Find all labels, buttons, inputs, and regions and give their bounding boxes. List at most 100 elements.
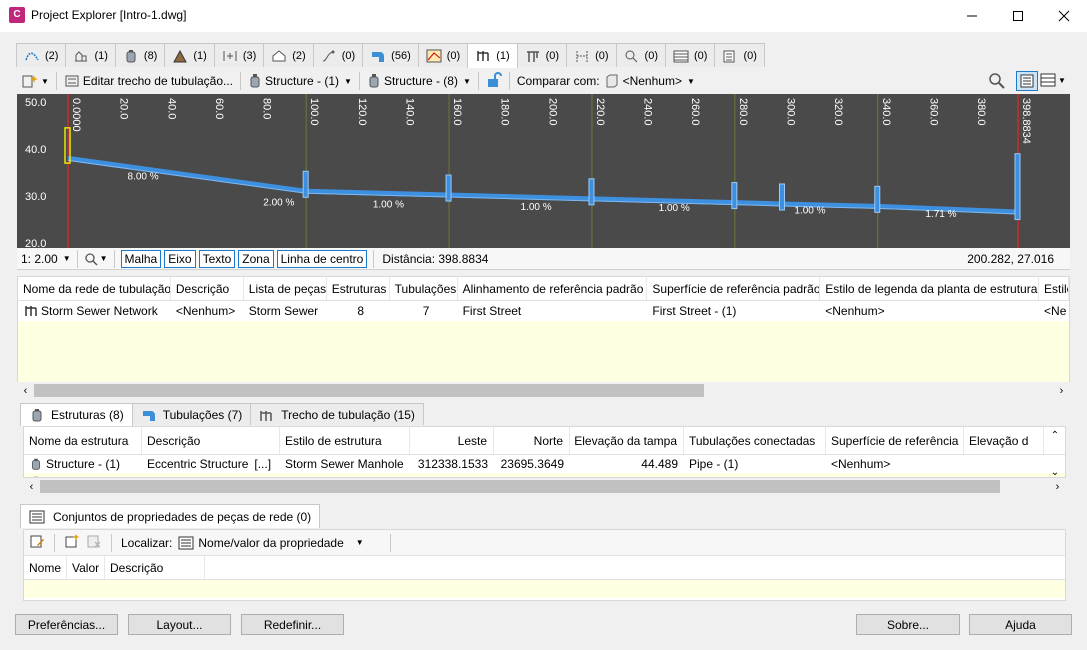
edit-property-button[interactable] [29,533,45,552]
scrollbar-thumb[interactable] [34,384,704,397]
tab-assembly[interactable]: (3) [213,43,265,67]
zoom-button[interactable] [988,72,1006,93]
object-type-tabs: (2) (1) (8) (1) (3) (2) (0) (56) (0) (1) (0) (0) (0)… [16,43,765,68]
column-header[interactable]: Elevação d [964,427,1044,454]
tab-pipe-network[interactable]: (1) [467,43,518,68]
tab-sample-line[interactable]: (0) [615,43,666,67]
column-header[interactable]: Descrição [171,277,244,300]
list-view-icon [178,536,194,549]
structure-dropdown-2[interactable]: Structure - (8) ▼ [367,73,471,89]
edit-properties-icon [30,535,44,548]
minimize-icon [967,15,977,17]
tab-property-sets[interactable]: Conjuntos de propriedades de peças de re… [20,504,321,528]
profile-view[interactable]: 0.0000 20.0 40.0 60.0 80.0 100.0 120.0 140.0 160… [17,94,1070,248]
tab-pressure-network[interactable]: (0) [516,43,568,67]
chevron-down-icon: ▼ [355,538,364,547]
tab-table[interactable]: (0) [665,43,716,67]
maximize-button[interactable] [995,0,1041,32]
table-cell: <Nenhum> [175,304,236,318]
close-button[interactable] [1041,0,1087,32]
separator [389,533,391,552]
station-label: 360.0 [927,98,939,126]
toggle-mesh[interactable]: Malha [120,249,162,268]
new-network-button[interactable]: ▼ [21,73,49,89]
horizontal-scrollbar[interactable]: ‹ › [17,382,1070,399]
pipe-run-edit-icon [65,75,79,87]
column-header[interactable]: Leste [410,427,494,454]
column-header[interactable]: Superfície de referência padrão [647,277,821,300]
grade-label: 1.00 % [373,199,404,210]
column-header[interactable]: Nome da rede de tubulação [18,277,171,300]
column-header[interactable]: Estilo de legenda da planta de estrutura [820,277,1040,300]
station-label: 220.0 [594,98,606,126]
grid-header: Nome da estrutura Descrição Estilo de estr… [24,427,1065,455]
toggle-axis[interactable]: Eixo [164,249,196,268]
preferences-button[interactable]: Preferências... [15,614,118,635]
tab-structure[interactable]: (8) [114,43,166,67]
manhole [588,178,595,206]
column-header[interactable]: Tubulações [390,277,458,300]
table-row[interactable]: Storm Sewer Network <Nenhum> Storm Sewer 8 7… [18,301,1069,321]
tab-structure[interactable]: Estruturas (8) [20,403,133,426]
about-button[interactable]: Sobre... [856,614,960,635]
tab-surface[interactable]: (1) [164,43,215,67]
column-header[interactable]: Descrição [105,556,205,579]
column-header[interactable]: Estilo [1039,277,1069,300]
tab-pipe[interactable]: (56) [362,43,419,67]
column-header[interactable]: Norte [494,427,570,454]
network-shape-icon [606,74,618,88]
column-header[interactable]: Valor [67,556,105,579]
tab-label[interactable]: (0) [714,43,765,67]
table-cell: <Nenhum> [831,457,891,471]
tab-alignment[interactable]: (2) [16,43,67,67]
toggle-centerline[interactable]: Linha de centro [276,249,368,268]
station-label: 120.0 [356,98,368,126]
edit-pipe-run-button[interactable]: Editar trecho de tubulação... [64,73,233,89]
table-cell: Storm Sewer Network [18,301,171,321]
search-input[interactable] [400,533,1065,553]
tab-profile-view[interactable]: (0) [417,43,469,67]
column-header[interactable]: Estilo de estrutura [280,427,410,454]
tab-site[interactable]: (1) [65,43,116,67]
help-button[interactable]: Ajuda [969,614,1072,635]
compare-dropdown[interactable]: <Nenhum> ▼ [604,73,695,89]
tab-pipe-run[interactable]: Trecho de tubulação (15) [250,403,424,425]
toggle-zone[interactable]: Zona [238,249,274,268]
reset-button[interactable]: Redefinir... [241,614,344,635]
scrollbar-thumb[interactable] [40,480,1000,493]
column-header[interactable]: Tubulações conectadas [684,427,826,454]
unlock-button[interactable] [486,71,502,91]
tab-feature-line[interactable]: (0) [312,43,364,67]
vertical-scrollbar[interactable]: ⌃ ⌄ [1047,430,1063,478]
view-options-button[interactable]: ▼ [1040,73,1066,87]
column-header[interactable]: Nome [24,556,67,579]
tab-pipe[interactable]: Tubulações (7) [131,403,252,425]
layout-button[interactable]: Layout... [128,614,231,635]
station-label: 60.0 [213,98,225,119]
column-header[interactable]: Alinhamento de referência padrão [458,277,648,300]
station-label: 180.0 [499,98,511,126]
horizontal-scrollbar[interactable]: ‹ › [23,478,1066,495]
app-icon: C [9,7,25,23]
remove-property-button[interactable] [86,533,102,552]
table-cell: First Street [462,304,522,318]
add-property-button[interactable] [64,533,80,552]
column-header[interactable]: Lista de peças [244,277,327,300]
column-header[interactable]: Nome da estrutura [24,427,142,454]
toggle-text[interactable]: Texto [198,249,236,268]
separator [76,249,78,268]
minimize-button[interactable] [949,0,995,32]
tab-parcel[interactable]: (2) [263,43,314,67]
column-header[interactable]: Estruturas [327,277,390,300]
table-row[interactable]: Structure - (1) Eccentric Structure [...] S… [24,455,1065,473]
find-dropdown[interactable]: Nome/valor da propriedade ▼ [178,536,364,550]
column-header[interactable]: Superfície de referência [826,427,964,454]
scale-dropdown[interactable]: 1: 2.00 ▼ [21,252,71,266]
column-header[interactable]: Descrição [142,427,280,454]
column-header[interactable]: Elevação da tampa [570,427,684,454]
list-view-button[interactable] [1016,71,1038,91]
tab-section[interactable]: (0) [566,43,617,67]
structure-dropdown-1[interactable]: Structure - (1) ▼ [248,73,352,89]
station-label: 80.0 [261,98,273,119]
zoom-dropdown[interactable]: ▼ [84,252,108,266]
